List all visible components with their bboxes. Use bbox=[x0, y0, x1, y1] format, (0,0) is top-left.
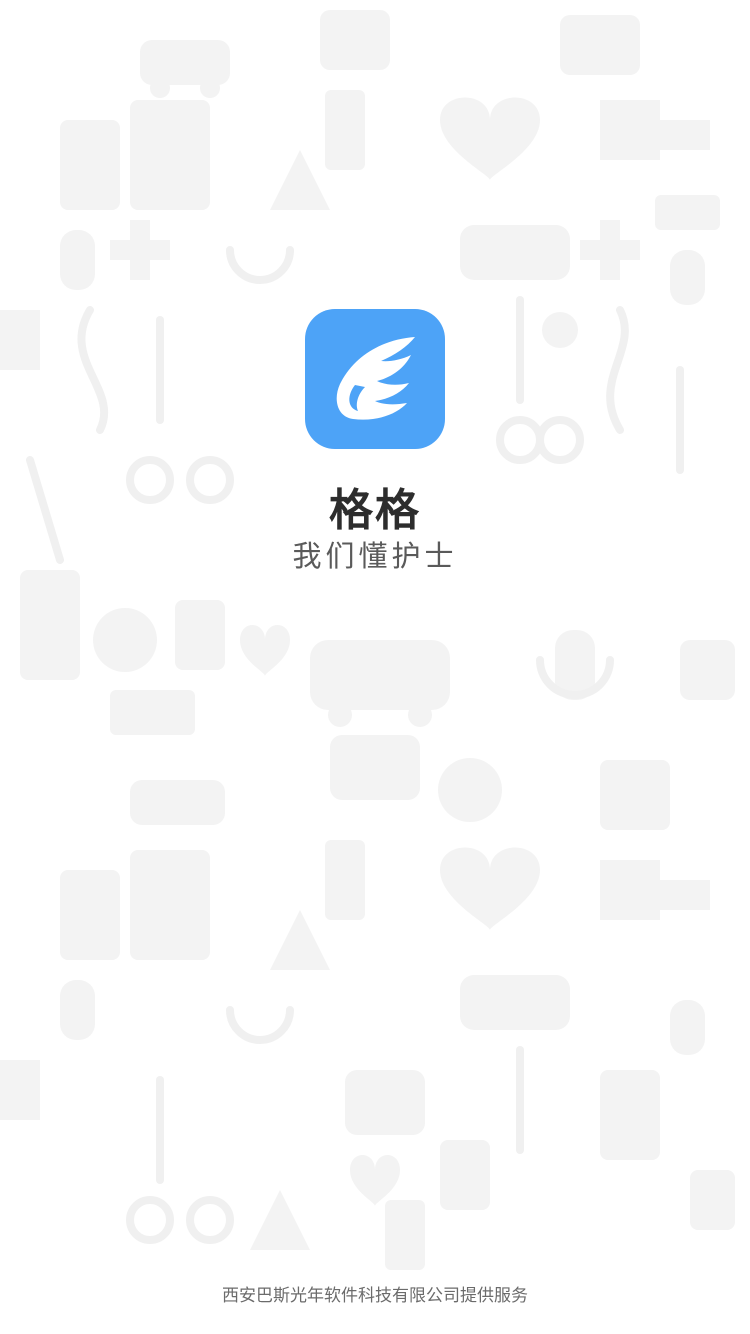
app-logo bbox=[305, 309, 445, 449]
medical-pattern-background bbox=[0, 10, 735, 1270]
company-footer: 西安巴斯光年软件科技有限公司提供服务 bbox=[222, 1286, 528, 1306]
app-name: 格格 bbox=[329, 485, 421, 536]
wing-icon bbox=[336, 337, 415, 420]
app-slogan: 我们懂护士 bbox=[292, 539, 458, 573]
